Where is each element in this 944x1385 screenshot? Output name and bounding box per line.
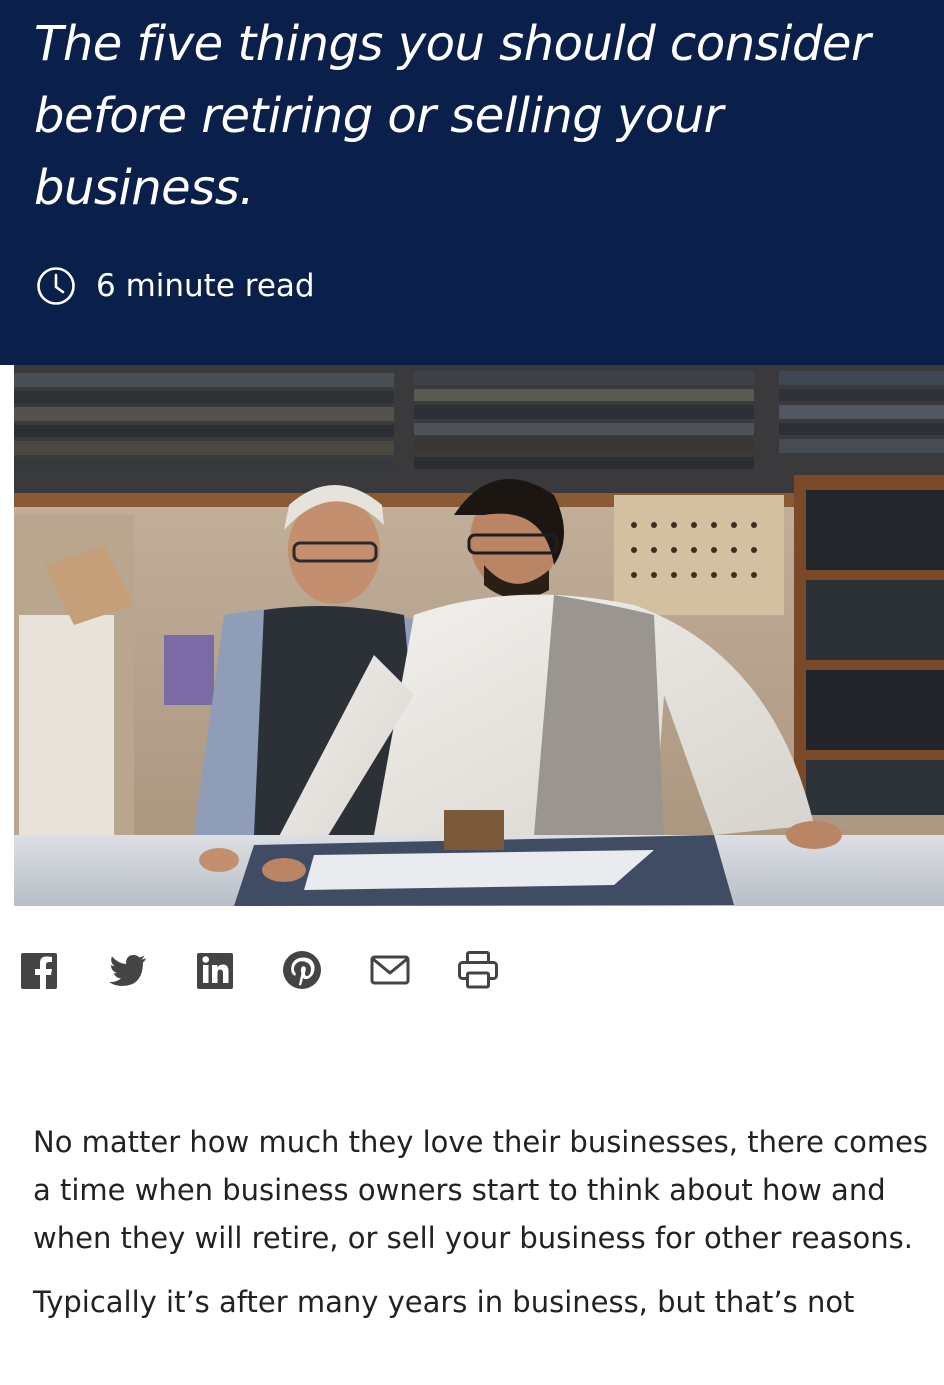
article-paragraph: No matter how much they love their busin…	[33, 1125, 929, 1255]
email-icon[interactable]	[368, 948, 412, 992]
pinterest-icon[interactable]	[280, 948, 324, 992]
tailors-workshop-photo	[14, 365, 944, 906]
hero-photo	[14, 365, 944, 906]
article-title: The five things you should consider befo…	[34, 16, 871, 216]
clock-icon	[37, 267, 75, 305]
read-time: 6 minute read	[36, 266, 315, 306]
article-paragraph: Typically it’s after many years in busin…	[33, 1285, 855, 1319]
twitter-icon[interactable]	[106, 948, 150, 992]
linkedin-icon[interactable]	[194, 948, 238, 992]
facebook-icon[interactable]	[18, 948, 62, 992]
read-time-label: 6 minute read	[96, 268, 315, 304]
article-header: The five things you should consider befo…	[0, 0, 944, 365]
print-icon[interactable]	[456, 948, 500, 992]
article-body: No matter how much they love their busin…	[33, 1118, 938, 1342]
